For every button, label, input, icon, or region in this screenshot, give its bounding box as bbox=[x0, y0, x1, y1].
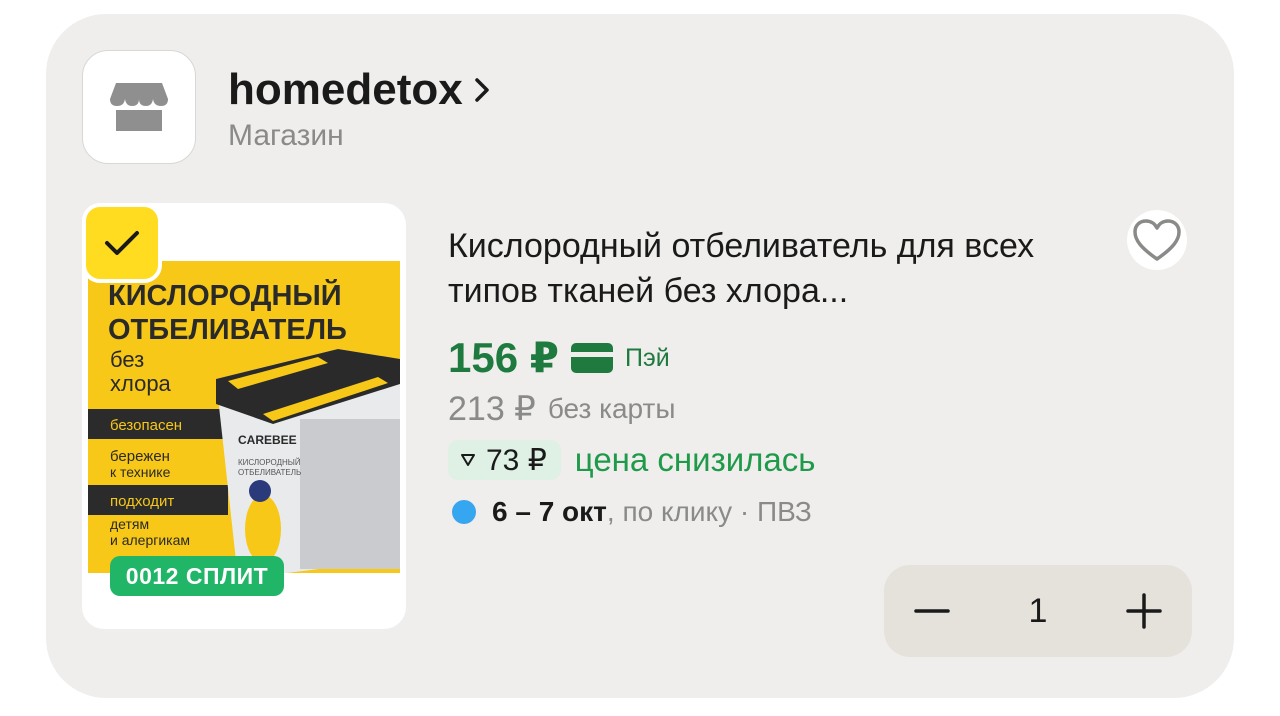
price-drop-badge: 73 ₽ bbox=[448, 440, 561, 480]
storefront-icon bbox=[110, 83, 168, 131]
delivery-method: , по клику · ПВЗ bbox=[606, 496, 812, 527]
delivery-info: 6 – 7 окт , по клику · ПВЗ bbox=[452, 494, 812, 530]
image-brand: CAREBEE bbox=[238, 433, 297, 447]
price: 156 ₽ bbox=[448, 334, 559, 381]
delivery-dot-icon bbox=[452, 500, 476, 524]
quantity-value: 1 bbox=[1028, 591, 1048, 630]
decrease-button[interactable] bbox=[884, 565, 980, 657]
down-triangle-icon bbox=[461, 454, 475, 466]
shop-subtitle: Магазин bbox=[228, 119, 344, 152]
shop-name: homedetox bbox=[228, 65, 463, 114]
shop-logo[interactable] bbox=[82, 50, 196, 164]
image-tag-4a: детям bbox=[110, 516, 149, 532]
image-heading-1: КИСЛОРОДНЫЙ bbox=[108, 278, 342, 312]
chevron-right-icon bbox=[474, 78, 489, 102]
image-text-3: без bbox=[110, 347, 144, 372]
minus-icon bbox=[914, 609, 950, 613]
image-text-4: хлора bbox=[110, 371, 172, 396]
pay-label: Пэй bbox=[624, 343, 670, 372]
old-price-label: без карты bbox=[547, 393, 676, 424]
delivery-dates: 6 – 7 окт bbox=[492, 496, 607, 527]
image-tag-2a: бережен bbox=[110, 448, 170, 465]
old-price-row: 213 ₽ без карты bbox=[448, 388, 675, 430]
price-drop-amount: 73 ₽ bbox=[486, 443, 547, 477]
checkmark-icon bbox=[105, 231, 139, 255]
price-drop-row: 73 ₽ цена снизилась bbox=[448, 440, 815, 480]
price-row: 156 ₽ Пэй bbox=[448, 332, 670, 384]
increase-button[interactable] bbox=[1096, 565, 1192, 657]
product-title[interactable]: Кислородный отбеливатель для всех типов … bbox=[448, 224, 1068, 314]
split-badge: 0012 СПЛИТ bbox=[110, 556, 284, 596]
price-drop-text: цена снизилась bbox=[574, 441, 816, 478]
image-jar-text-2: ОТБЕЛИВАТЕЛЬ bbox=[238, 468, 301, 477]
image-tag-2b: к технике bbox=[110, 464, 171, 480]
image-jar-text-1: КИСЛОРОДНЫЙ bbox=[238, 458, 301, 467]
shop-name-link[interactable]: homedetox bbox=[228, 64, 491, 116]
select-checkbox[interactable] bbox=[82, 203, 162, 283]
old-price: 213 ₽ bbox=[448, 390, 536, 428]
image-heading-2: ОТБЕЛИВАТЕЛЬ bbox=[108, 314, 347, 346]
image-tag-1: безопасен bbox=[110, 417, 182, 434]
image-tag-4b: и алергикам bbox=[110, 532, 190, 548]
heart-icon bbox=[1133, 219, 1181, 261]
image-tag-3: подходит bbox=[110, 493, 174, 510]
quantity-stepper: 1 bbox=[884, 565, 1192, 657]
favorite-button[interactable] bbox=[1127, 210, 1187, 270]
bank-card-icon bbox=[570, 343, 613, 373]
plus-icon bbox=[1126, 593, 1162, 629]
